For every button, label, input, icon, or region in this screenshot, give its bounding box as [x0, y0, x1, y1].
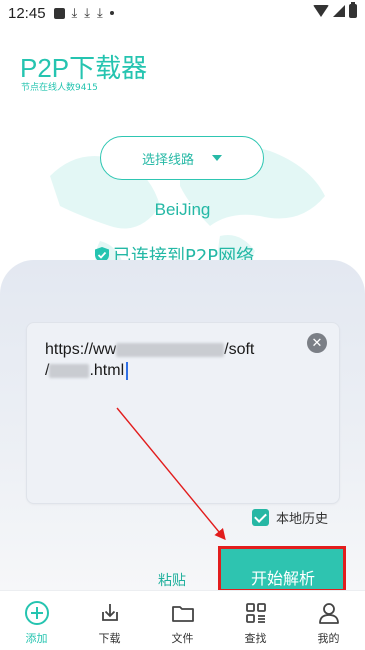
nav-add-label: 添加: [25, 632, 48, 645]
top-area: P2P下载器 节点在线人数9415 选择线路 BeiJing 已连接到P2P网络: [0, 26, 365, 286]
download-icon: ⤓: [84, 5, 91, 21]
status-time: 12:45: [8, 4, 46, 22]
nav-search[interactable]: 查找: [219, 591, 292, 650]
signal-icon: [333, 5, 345, 17]
status-bar: 12:45 ⤓ ⤓ ⤓: [0, 0, 365, 26]
text-caret: [126, 361, 129, 380]
highlight-box: [218, 546, 346, 592]
dot-icon: [109, 11, 114, 15]
nav-download-label: 下载: [98, 632, 121, 645]
nav-files-label: 文件: [171, 632, 194, 645]
nav-download[interactable]: 下载: [73, 591, 146, 650]
city-label: BeiJing: [154, 200, 211, 219]
clear-icon[interactable]: ✕: [307, 333, 327, 353]
checkbox-checked-icon[interactable]: [252, 509, 269, 526]
url-input[interactable]: https://ww/soft / .html ✕: [26, 322, 340, 504]
url-text-part: /soft: [224, 341, 255, 358]
status-system-icons: [313, 2, 357, 18]
route-select-label: 选择线路: [141, 152, 194, 168]
nav-mine[interactable]: 我的: [292, 591, 365, 650]
paste-button[interactable]: 粘贴: [158, 570, 186, 590]
battery-icon: [349, 2, 357, 18]
grid-search-icon: [245, 603, 266, 623]
url-sheet: https://ww/soft / .html ✕ 本地历史 粘贴: [0, 260, 365, 590]
folder-icon: [171, 606, 194, 622]
url-input-text[interactable]: https://ww/soft / .html: [45, 339, 285, 381]
chevron-down-icon: [212, 155, 222, 161]
local-history-label: 本地历史: [276, 512, 329, 527]
local-history-toggle[interactable]: 本地历史: [252, 508, 328, 527]
bottom-nav: 添加 下载 文件 查找 我的: [0, 590, 365, 650]
user-icon: [318, 603, 339, 624]
nav-add[interactable]: 添加: [0, 591, 73, 650]
redacted-text: [116, 342, 225, 357]
node-count: 节点在线人数9415: [21, 83, 98, 93]
download-tray-icon: [101, 604, 118, 621]
nav-files[interactable]: 文件: [146, 591, 219, 650]
redacted-text: [49, 363, 90, 378]
add-circle-icon: [24, 601, 49, 625]
download-icon: ⤓: [71, 5, 78, 21]
wifi-icon: [313, 5, 329, 17]
square-icon: [53, 7, 65, 19]
nav-mine-label: 我的: [317, 632, 340, 645]
nav-search-label: 查找: [244, 632, 267, 645]
route-select[interactable]: 选择线路: [100, 136, 264, 180]
url-text-part: .html: [89, 362, 125, 379]
status-notification-icons: ⤓ ⤓ ⤓: [53, 5, 114, 21]
url-text-part: https://ww: [45, 341, 117, 358]
download-icon: ⤓: [97, 5, 103, 21]
